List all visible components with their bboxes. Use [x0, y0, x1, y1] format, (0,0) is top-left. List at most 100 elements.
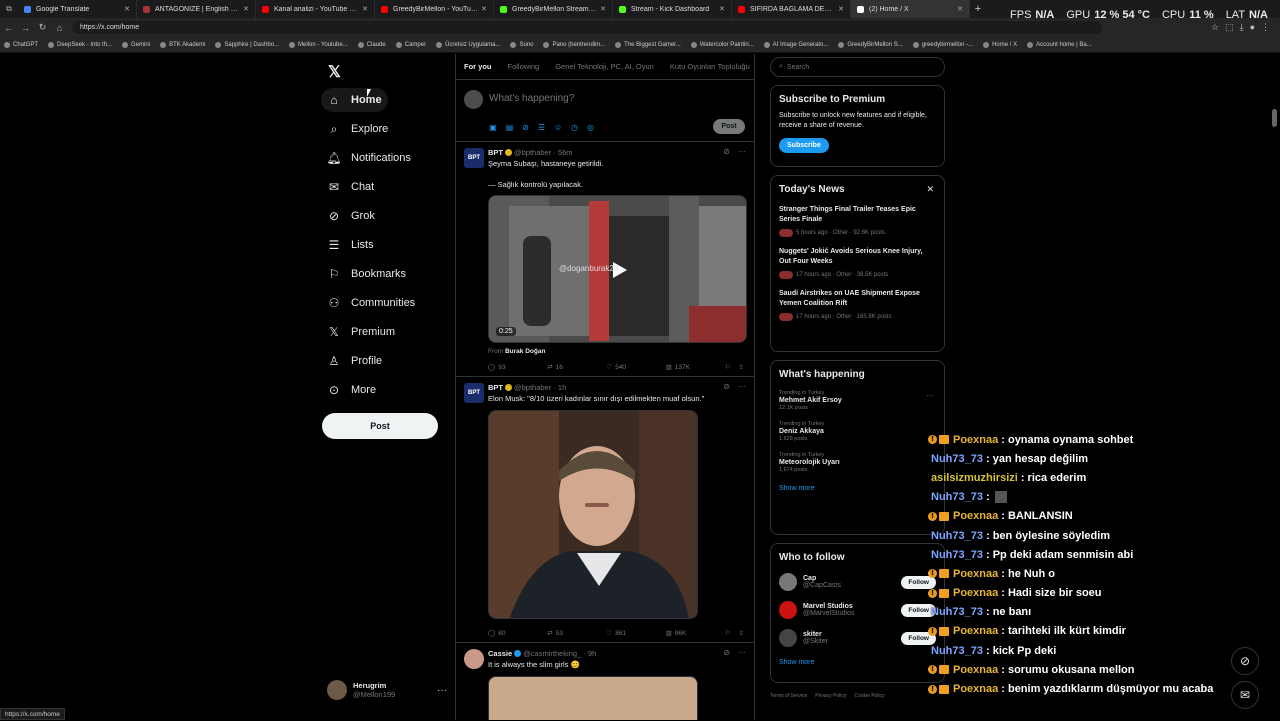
close-icon[interactable]: ✕ [600, 5, 606, 13]
repost-button[interactable]: ⇄53 [547, 629, 606, 637]
reply-button[interactable]: ◯93 [488, 363, 547, 371]
nav-item-communities[interactable]: ⚇Communities [321, 291, 421, 315]
feed-tab[interactable]: Following [508, 62, 540, 71]
tweet[interactable]: BPT BPT@bpthaber · 56m ⊘··· Şeyma Subaşı… [456, 142, 754, 377]
bookmark-item[interactable]: BTK Akademi [160, 42, 205, 48]
show-more-link[interactable]: Show more [779, 659, 936, 666]
grok-icon[interactable]: ⊘ [522, 123, 529, 132]
schedule-icon[interactable]: ◷ [571, 123, 578, 132]
bookmark-item[interactable]: greedybirmellon -... [913, 42, 973, 48]
compose-input[interactable]: What's happening? [489, 93, 574, 104]
bookmark-item[interactable]: AI Image Generato... [764, 42, 829, 48]
show-more-link[interactable]: Show more [779, 485, 936, 492]
from-name[interactable]: Burak Doğan [505, 348, 545, 355]
browser-tab[interactable]: Kanal analizi - YouTube Studio✕ [256, 0, 375, 18]
feed-tab[interactable]: Kutu Oyunları Topluluğu [670, 62, 750, 71]
extensions-icon[interactable]: ⬚ [1225, 22, 1234, 33]
browser-tab[interactable]: Stream - Kick Dashboard✕ [613, 0, 732, 18]
grok-icon[interactable]: ⊘ [723, 648, 730, 657]
tweet-time[interactable]: · 1h [553, 383, 566, 392]
footer-link[interactable]: Privacy Policy [815, 693, 846, 699]
back-icon[interactable]: ← [0, 23, 17, 33]
close-icon[interactable]: ✕ [362, 5, 368, 13]
bookmark-item[interactable]: Ücretsiz Uygulama... [436, 42, 500, 48]
follow-suggestion[interactable]: skiter@SkiterFollow [779, 629, 936, 647]
tweet-video[interactable]: @doganburak29 0:25 [488, 195, 747, 343]
tweet-time[interactable]: · 56m [553, 148, 572, 157]
forward-icon[interactable]: → [17, 23, 34, 33]
nav-item-chat[interactable]: ✉Chat [321, 175, 380, 199]
grok-fab-button[interactable]: ⊘ [1231, 647, 1259, 675]
bookmark-item[interactable]: Mellon - Youtube... [289, 42, 348, 48]
browser-tab[interactable]: ANTAGONIZE | English meaning -✕ [137, 0, 256, 18]
more-dots-icon[interactable]: ··· [738, 648, 746, 657]
subscribe-button[interactable]: Subscribe [779, 138, 829, 153]
bookmark-item[interactable]: Account home | Ba... [1027, 42, 1092, 48]
browser-tab[interactable]: Google Translate✕ [18, 0, 137, 18]
avatar[interactable] [464, 649, 484, 669]
bookmark-item[interactable]: DeepSeek - Into th... [48, 42, 112, 48]
grok-icon[interactable]: ⊘ [723, 147, 730, 156]
share-icon[interactable]: ⇪ [739, 629, 744, 637]
tweet-time[interactable]: · 9h [583, 649, 596, 658]
bookmark-item[interactable]: Watercolor Paintin... [691, 42, 754, 48]
tweet-author-name[interactable]: Cassie [488, 649, 512, 658]
avatar[interactable] [779, 629, 797, 647]
nav-item-grok[interactable]: ⊘Grok [321, 204, 381, 228]
bookmark-item[interactable]: Home / X [983, 42, 1017, 48]
browser-menu-icon[interactable]: ⧉ [0, 4, 18, 14]
bookmark-item[interactable]: Suno [510, 42, 533, 48]
location-icon[interactable]: ◎ [587, 123, 594, 132]
more-dots-icon[interactable]: ··· [738, 382, 746, 391]
tweet-author-handle[interactable]: @bpthaber [514, 383, 551, 392]
tweet[interactable]: Cassie@casmirtheking_ · 9h ⊘··· It is al… [456, 643, 754, 720]
kebab-menu-icon[interactable]: ⋮ [1261, 22, 1270, 33]
tweet-author-handle[interactable]: @casmirtheking_ [523, 649, 581, 658]
close-icon[interactable]: ✕ [719, 5, 725, 13]
bookmark-icon[interactable]: ⚐ [725, 363, 731, 371]
browser-tab[interactable]: (2) Home / X✕ [851, 0, 970, 18]
like-button[interactable]: ♡540 [606, 363, 665, 371]
x-logo-icon[interactable]: 𝕏 [328, 62, 341, 82]
profile-icon[interactable]: ● [1250, 22, 1255, 33]
browser-tab[interactable]: SIFIRDA BAĞLAMA DERSİ 5 | Nota✕ [732, 0, 851, 18]
search-input[interactable]: ⌕Search [770, 57, 945, 77]
bookmark-item[interactable]: Gemini [122, 42, 150, 48]
tweet-image[interactable] [488, 676, 698, 720]
nav-item-explore[interactable]: ⌕Explore [321, 117, 394, 141]
nav-item-home[interactable]: ⌂Home [321, 88, 388, 112]
bookmark-item[interactable]: ChatGPT [4, 42, 38, 48]
repost-button[interactable]: ⇄16 [547, 363, 606, 371]
emoji-icon[interactable]: ☺ [554, 123, 562, 132]
browser-tab[interactable]: GreedyBirMellon Stream - Watch L✕ [494, 0, 613, 18]
poll-icon[interactable]: ☰ [538, 123, 545, 132]
more-dots-icon[interactable]: ··· [738, 147, 746, 156]
nav-item-lists[interactable]: ☰Lists [321, 233, 380, 257]
image-icon[interactable]: ▣ [489, 123, 497, 132]
tweet-image[interactable] [488, 410, 698, 619]
footer-link[interactable]: Cookie Policy [854, 693, 884, 699]
reload-icon[interactable]: ↻ [34, 22, 51, 33]
more-dots-icon[interactable]: ··· [926, 391, 934, 400]
footer-link[interactable]: Terms of Service [770, 693, 807, 699]
nav-item-more[interactable]: ⊙More [321, 378, 382, 402]
news-item[interactable]: Stranger Things Final Trailer Teases Epi… [779, 205, 936, 237]
feed-tab[interactable]: Genel Teknoloji, PC, AI, Oyun [555, 62, 654, 71]
avatar[interactable]: BPT [464, 383, 484, 403]
bookmark-item[interactable]: GreedyBirMellon S... [838, 42, 902, 48]
avatar[interactable] [779, 601, 797, 619]
tweet[interactable]: BPT BPT@bpthaber · 1h ⊘··· Elon Musk: "8… [456, 377, 754, 643]
browser-tab[interactable]: GreedyBirMellon - YouTube✕ [375, 0, 494, 18]
tweet-author-name[interactable]: BPT [488, 148, 503, 157]
grok-icon[interactable]: ⊘ [723, 382, 730, 391]
more-dots-icon[interactable]: ··· [437, 685, 447, 696]
news-item[interactable]: Nuggets' Jokić Avoids Serious Knee Injur… [779, 247, 936, 279]
bookmark-item[interactable]: Pano (bentrendim... [543, 42, 605, 48]
reply-button[interactable]: ◯80 [488, 629, 547, 637]
close-icon[interactable]: ✕ [243, 5, 249, 13]
post-button[interactable]: Post [322, 413, 438, 439]
views-button[interactable]: ▥96K [666, 629, 725, 637]
close-icon[interactable]: ✕ [838, 5, 844, 13]
close-icon[interactable]: ✕ [926, 184, 934, 195]
trend-item[interactable]: Trending in TurkeyMeteorolojik Uyarı1,67… [779, 452, 936, 473]
